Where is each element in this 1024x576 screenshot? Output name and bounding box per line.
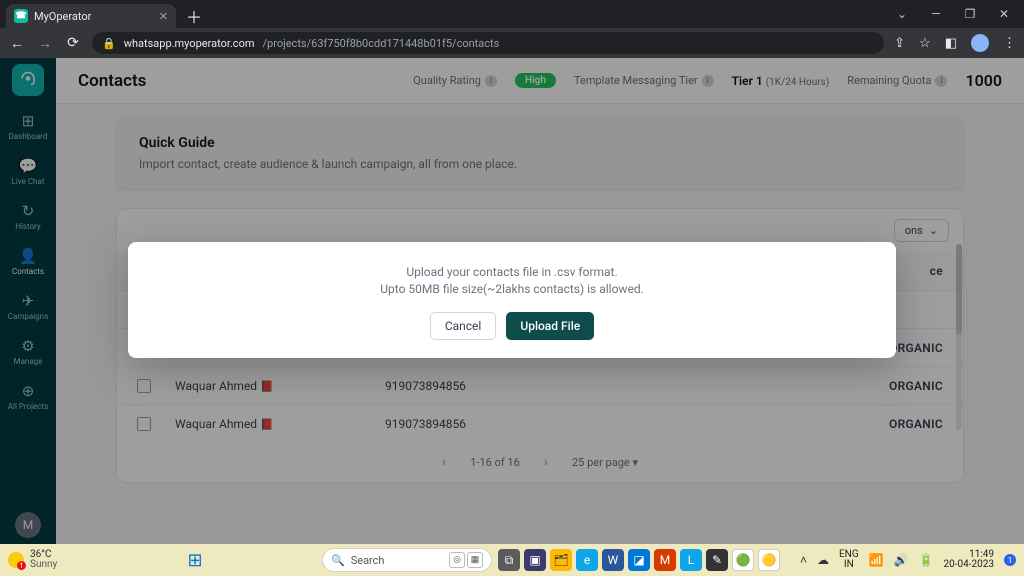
url-host: whatsapp.myoperator.com (124, 37, 255, 50)
browser-toolbar: ← → ⟳ 🔒 whatsapp.myoperator.com /project… (0, 28, 1024, 58)
volume-icon[interactable]: 🔊 (894, 553, 909, 567)
url-path: /projects/63f750f8b0cdd171448b01f5/conta… (262, 37, 499, 50)
profile-avatar-icon[interactable] (971, 34, 989, 52)
weather-widget[interactable]: 36°CSunny (8, 550, 57, 570)
lock-icon: 🔒 (102, 37, 116, 50)
nav-reload-icon[interactable]: ⟳ (64, 35, 82, 51)
battery-icon[interactable]: 🔋 (919, 553, 934, 567)
window-title-bar: ☎ MyOperator ✕ ＋ ⌄ ― ❐ ✕ (0, 0, 1024, 28)
chrome-canary-icon[interactable]: 🟡 (758, 549, 780, 571)
extensions-icon[interactable]: ◧ (945, 36, 957, 51)
share-icon[interactable]: ⇪ (894, 36, 905, 51)
tab-favicon-icon: ☎ (14, 9, 28, 23)
tray-cloud-icon[interactable]: ☁ (817, 553, 829, 567)
edge-icon[interactable]: e (576, 549, 598, 571)
chrome-icon[interactable]: 🟢 (732, 549, 754, 571)
taskview-icon[interactable]: ⧉ (498, 549, 520, 571)
app-icon[interactable]: ◪ (628, 549, 650, 571)
modal-text-line2: Upto 50MB file size(~2lakhs contacts) is… (152, 281, 872, 298)
start-button[interactable]: ⊞ (184, 549, 206, 571)
wifi-icon[interactable]: 📶 (869, 553, 884, 567)
address-bar[interactable]: 🔒 whatsapp.myoperator.com /projects/63f7… (92, 32, 884, 54)
windows-taskbar: 36°CSunny ⊞ 🔍 Search ◎▦ ⧉ ▣ 🗂 e W ◪ M L … (0, 544, 1024, 576)
window-chevron-icon[interactable]: ⌄ (894, 7, 910, 21)
taskbar-search[interactable]: 🔍 Search ◎▦ (322, 548, 492, 572)
window-maximize-icon[interactable]: ❐ (962, 7, 978, 21)
search-chip-icon[interactable]: ▦ (467, 552, 483, 568)
mcafee-icon[interactable]: M (654, 549, 676, 571)
search-chip-icon[interactable]: ◎ (449, 552, 465, 568)
search-icon: 🔍 (331, 554, 345, 567)
browser-tab[interactable]: ☎ MyOperator ✕ (6, 4, 176, 28)
taskbar-clock[interactable]: 11:4920-04-2023 (944, 550, 995, 570)
cancel-button[interactable]: Cancel (430, 312, 497, 340)
app-icon[interactable]: L (680, 549, 702, 571)
explorer-icon[interactable]: 🗂 (550, 549, 572, 571)
app-icon[interactable]: ▣ (524, 549, 546, 571)
tab-title: MyOperator (34, 10, 91, 23)
window-close-icon[interactable]: ✕ (996, 7, 1012, 21)
notification-badge[interactable]: 1 (1004, 554, 1016, 566)
modal-text-line1: Upload your contacts file in .csv format… (152, 264, 872, 281)
nav-back-icon[interactable]: ← (8, 35, 26, 52)
search-placeholder: Search (351, 554, 385, 567)
nav-forward-icon[interactable]: → (36, 35, 54, 52)
new-tab-button[interactable]: ＋ (182, 4, 206, 28)
weather-icon (8, 552, 24, 568)
word-icon[interactable]: W (602, 549, 624, 571)
upload-modal: Upload your contacts file in .csv format… (128, 242, 896, 358)
bookmark-icon[interactable]: ☆ (919, 36, 931, 51)
app-icon[interactable]: ✎ (706, 549, 728, 571)
tab-close-icon[interactable]: ✕ (159, 10, 168, 23)
browser-menu-icon[interactable]: ⋮ (1003, 36, 1016, 51)
window-minimize-icon[interactable]: ― (928, 7, 944, 21)
language-indicator[interactable]: ENGIN (839, 550, 859, 570)
upload-file-button[interactable]: Upload File (506, 312, 594, 340)
